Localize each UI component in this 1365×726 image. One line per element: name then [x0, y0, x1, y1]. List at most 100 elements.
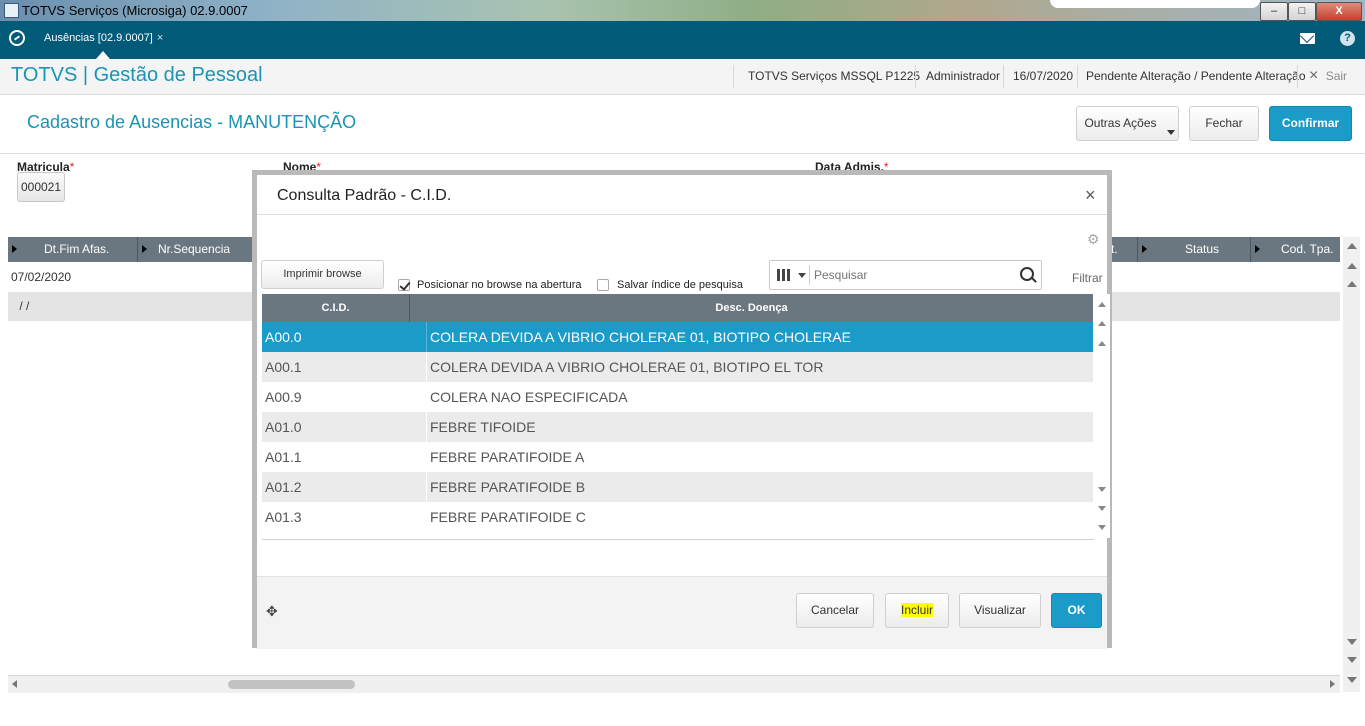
mail-icon[interactable]	[1300, 33, 1315, 44]
cell-cid: A00.9	[265, 389, 302, 405]
scroll-top-icon[interactable]	[1098, 302, 1106, 307]
scroll-bottom-icon[interactable]	[1347, 677, 1357, 683]
close-icon: ×	[1309, 67, 1319, 84]
divider	[426, 502, 427, 532]
scroll-page-up-icon[interactable]	[1098, 321, 1106, 326]
divider	[426, 442, 427, 472]
cell-cid: A01.3	[265, 509, 302, 525]
sort-arrow-icon	[12, 245, 17, 253]
maximize-button[interactable]: □	[1288, 2, 1316, 21]
page-title: Cadastro de Ausencias - MANUTENÇÃO	[27, 112, 357, 132]
cell-desc: COLERA DEVIDA A VIBRIO CHOLERAE 01, BIOT…	[430, 359, 824, 375]
position-on-open-checkbox[interactable]	[398, 279, 410, 291]
table-row[interactable]: A00.9 COLERA NAO ESPECIFICADA	[262, 382, 1093, 412]
date-label: 16/07/2020	[1013, 69, 1074, 83]
scroll-page-down-icon[interactable]	[1098, 506, 1106, 511]
cell-desc: COLERA NAO ESPECIFICADA	[430, 389, 628, 405]
gear-icon[interactable]: ⚙	[1087, 231, 1100, 248]
grid-col-label: t.	[1111, 242, 1118, 256]
minimize-button[interactable]: –	[1260, 2, 1288, 21]
grid-horizontal-scrollbar[interactable]	[8, 675, 1340, 693]
table-row[interactable]: A01.3 FEBRE PARATIFOIDE C	[262, 502, 1093, 532]
tab-ausencias-label: Ausências [02.9.0007]	[44, 32, 153, 44]
scroll-down-icon[interactable]	[1347, 639, 1357, 645]
table-row[interactable]: A00.0 COLERA DEVIDA A VIBRIO CHOLERAE 01,…	[262, 322, 1093, 352]
dialog-footer: ✥ Cancelar Incluir Visualizar OK	[257, 576, 1107, 649]
tab-close-icon[interactable]: ×	[157, 32, 163, 44]
cid-table: C.I.D. Desc. Doença A00.0 COLERA DEVIDA A…	[262, 294, 1110, 540]
grid-col-label: Nr.Sequencia	[158, 242, 231, 256]
col-header-desc[interactable]: Desc. Doença	[410, 294, 1093, 322]
save-index-checkbox[interactable]	[597, 279, 609, 291]
table-row[interactable]: A01.1 FEBRE PARATIFOIDE A	[262, 442, 1093, 472]
table-row[interactable]: A01.0 FEBRE TIFOIDE	[262, 412, 1093, 442]
scroll-page-down-icon[interactable]	[1347, 657, 1357, 663]
scroll-down-icon[interactable]	[1098, 487, 1106, 492]
title-bar-decoration	[1050, 0, 1260, 8]
divider	[426, 322, 427, 352]
table-row[interactable]: A01.2 FEBRE PARATIFOIDE B	[262, 472, 1093, 502]
help-icon[interactable]: ?	[1340, 31, 1355, 46]
divider	[426, 382, 427, 412]
scroll-bottom-icon[interactable]	[1098, 525, 1106, 530]
scroll-top-icon[interactable]	[1347, 243, 1357, 249]
cell-cid: A00.1	[265, 359, 302, 375]
include-button[interactable]: Incluir	[885, 593, 949, 628]
grid-col-status[interactable]: Status	[1138, 237, 1251, 262]
divider	[1297, 65, 1298, 88]
close-window-button[interactable]: X	[1316, 2, 1362, 21]
cancel-button[interactable]: Cancelar	[796, 593, 874, 628]
confirmar-button[interactable]: Confirmar	[1269, 106, 1352, 141]
matricula-field[interactable]: 000021	[17, 172, 65, 202]
table-row[interactable]: A00.1 COLERA DEVIDA A VIBRIO CHOLERAE 01,…	[262, 352, 1093, 382]
dialog-close-icon[interactable]: ×	[1085, 185, 1096, 206]
grid-col-label: Cod. Tpa.	[1281, 242, 1334, 256]
scroll-right-icon[interactable]	[1330, 680, 1335, 688]
more-actions-button[interactable]: Outras Ações	[1076, 106, 1179, 141]
chevron-down-icon[interactable]	[798, 273, 806, 278]
totvs-logo-icon[interactable]	[9, 30, 25, 46]
search-input[interactable]	[814, 265, 1004, 285]
divider	[257, 214, 1107, 215]
module-header: TOTVS | Gestão de Pessoal TOTVS Serviços…	[0, 59, 1365, 95]
grid-vertical-scrollbar[interactable]	[1343, 237, 1360, 692]
exit-link[interactable]: × Sair	[1309, 59, 1347, 94]
lookup-dialog: Consulta Padrão - C.I.D. × ⚙ Imprimir br…	[252, 170, 1112, 649]
exit-label: Sair	[1325, 69, 1348, 83]
grid-col-label: Dt.Fim Afas.	[44, 242, 110, 256]
grid-cell-dt-fim: 07/02/2020	[11, 270, 72, 284]
scroll-up-icon[interactable]	[1098, 341, 1106, 346]
ok-button[interactable]: OK	[1051, 593, 1102, 628]
scroll-left-icon[interactable]	[12, 680, 17, 688]
cell-desc: COLERA DEVIDA A VIBRIO CHOLERAE 01, BIOT…	[430, 329, 851, 345]
col-header-cid[interactable]: C.I.D.	[262, 294, 409, 322]
scroll-page-up-icon[interactable]	[1347, 263, 1357, 269]
search-bar	[769, 260, 1042, 290]
filter-link[interactable]: Filtrar	[1072, 271, 1103, 285]
fechar-button[interactable]: Fechar	[1189, 106, 1259, 141]
search-icon[interactable]	[1020, 267, 1034, 281]
table-vertical-scrollbar[interactable]	[1094, 294, 1110, 538]
divider	[1077, 65, 1078, 88]
active-tab-indicator	[96, 51, 110, 59]
app-tab-bar: Ausências [02.9.0007] × ?	[0, 21, 1365, 59]
cell-desc: FEBRE PARATIFOIDE C	[430, 509, 586, 525]
grid-col-cod-tpa[interactable]: Cod. Tpa.	[1251, 237, 1340, 262]
scroll-up-icon[interactable]	[1347, 281, 1357, 287]
move-icon[interactable]: ✥	[266, 603, 278, 620]
grid-col-t[interactable]: t.	[1108, 237, 1138, 262]
cell-desc: FEBRE PARATIFOIDE A	[430, 449, 585, 465]
grid-col-dt-fim[interactable]: Dt.Fim Afas.	[8, 237, 138, 262]
environment-label: TOTVS Serviços MSSQL P1225	[748, 69, 921, 83]
columns-icon[interactable]	[777, 269, 791, 281]
horizontal-scroll-thumb[interactable]	[228, 680, 355, 689]
divider	[1003, 65, 1004, 88]
dropdown-arrow-icon	[1167, 130, 1175, 135]
view-button[interactable]: Visualizar	[959, 593, 1041, 628]
grid-col-nr-sequencia[interactable]: Nr.Sequencia	[138, 237, 253, 262]
print-browse-button[interactable]: Imprimir browse	[261, 260, 384, 289]
divider	[915, 65, 916, 88]
cell-cid: A00.0	[265, 329, 302, 345]
module-title: TOTVS | Gestão de Pessoal	[11, 64, 263, 86]
divider	[426, 412, 427, 442]
